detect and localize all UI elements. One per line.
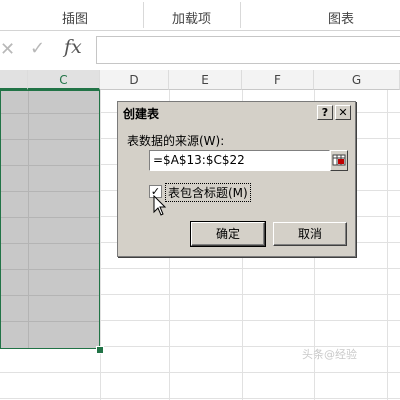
fill-handle[interactable] — [96, 346, 104, 354]
range-select-icon — [332, 154, 346, 166]
ok-button[interactable]: 确定 — [190, 221, 266, 247]
header-row-label[interactable]: 表包含标题(M) — [165, 183, 251, 202]
mouse-cursor-icon — [153, 195, 167, 216]
formula-input[interactable] — [96, 36, 400, 64]
column-header-b[interactable] — [0, 70, 28, 90]
help-button[interactable]: ? — [317, 105, 333, 120]
ribbon-group-charts: 图表 — [328, 12, 355, 27]
collapse-dialog-button[interactable] — [330, 150, 348, 171]
column-header-f[interactable]: F — [242, 70, 314, 90]
ribbon-group-strip: 插图 加载项 图表 — [0, 0, 400, 31]
range-input[interactable]: =$A$13:$C$22 — [149, 150, 330, 171]
formula-bar: ✕ ✓ fx — [0, 32, 400, 66]
column-header-e[interactable]: E — [169, 70, 242, 90]
source-label: 表数据的来源(W): — [127, 134, 225, 148]
watermark: 头条@经验 — [302, 348, 357, 361]
close-button[interactable]: ✕ — [335, 105, 351, 120]
ribbon-group-illustrations: 插图 — [62, 12, 89, 27]
check-icon[interactable]: ✓ — [30, 38, 45, 59]
column-header-d[interactable]: D — [100, 70, 169, 90]
dialog-titlebar[interactable]: 创建表 ? ✕ — [120, 104, 353, 122]
cancel-button[interactable]: 取消 — [273, 222, 347, 246]
dialog-title: 创建表 — [123, 107, 160, 121]
selected-range[interactable] — [0, 90, 100, 349]
ribbon-group-addins: 加载项 — [172, 12, 212, 27]
column-header-c[interactable]: C — [28, 70, 100, 90]
ribbon-separator — [240, 2, 241, 28]
ribbon-separator — [143, 2, 144, 28]
insert-function-button[interactable]: fx — [64, 36, 82, 58]
column-header-g[interactable]: G — [314, 70, 400, 90]
close-icon[interactable]: ✕ — [0, 39, 15, 60]
create-table-dialog: 创建表 ? ✕ 表数据的来源(W): =$A$13:$C$22 ✓ 表包含标题(… — [117, 101, 356, 257]
